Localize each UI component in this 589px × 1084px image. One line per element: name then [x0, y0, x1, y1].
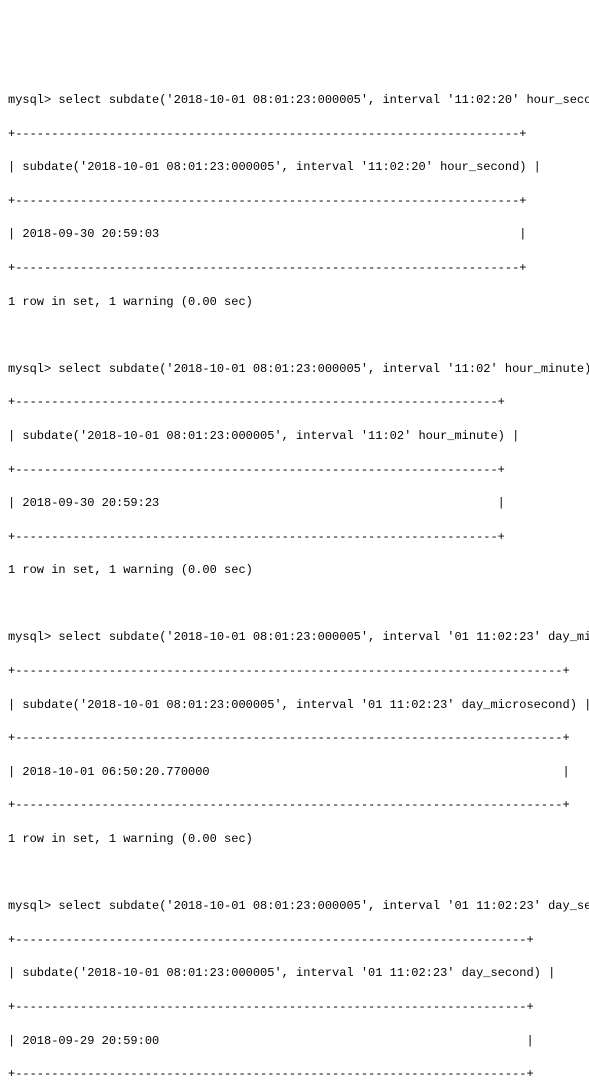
query-line: mysql> select subdate('2018-10-01 08:01:…	[8, 361, 581, 378]
result-footer: 1 row in set, 1 warning (0.00 sec)	[8, 562, 581, 579]
table-header: | subdate('2018-10-01 08:01:23:000005', …	[8, 697, 581, 714]
table-border: +---------------------------------------…	[8, 1066, 581, 1083]
table-border: +---------------------------------------…	[8, 462, 581, 479]
table-border: +---------------------------------------…	[8, 663, 581, 680]
table-border: +---------------------------------------…	[8, 394, 581, 411]
blank-line	[8, 596, 581, 613]
query-line: mysql> select subdate('2018-10-01 08:01:…	[8, 629, 581, 646]
terminal-output: mysql> select subdate('2018-10-01 08:01:…	[8, 75, 581, 1084]
result-footer: 1 row in set, 1 warning (0.00 sec)	[8, 831, 581, 848]
table-border: +---------------------------------------…	[8, 260, 581, 277]
result-footer: 1 row in set, 1 warning (0.00 sec)	[8, 294, 581, 311]
table-value: | 2018-09-30 20:59:03 |	[8, 226, 581, 243]
table-border: +---------------------------------------…	[8, 730, 581, 747]
query-line: mysql> select subdate('2018-10-01 08:01:…	[8, 898, 581, 915]
table-border: +---------------------------------------…	[8, 999, 581, 1016]
blank-line	[8, 327, 581, 344]
blank-line	[8, 865, 581, 882]
table-header: | subdate('2018-10-01 08:01:23:000005', …	[8, 159, 581, 176]
table-border: +---------------------------------------…	[8, 193, 581, 210]
table-header: | subdate('2018-10-01 08:01:23:000005', …	[8, 428, 581, 445]
table-border: +---------------------------------------…	[8, 126, 581, 143]
table-border: +---------------------------------------…	[8, 529, 581, 546]
table-border: +---------------------------------------…	[8, 932, 581, 949]
table-border: +---------------------------------------…	[8, 797, 581, 814]
table-value: | 2018-09-30 20:59:23 |	[8, 495, 581, 512]
table-header: | subdate('2018-10-01 08:01:23:000005', …	[8, 965, 581, 982]
table-value: | 2018-10-01 06:50:20.770000 |	[8, 764, 581, 781]
query-line: mysql> select subdate('2018-10-01 08:01:…	[8, 92, 581, 109]
table-value: | 2018-09-29 20:59:00 |	[8, 1033, 581, 1050]
